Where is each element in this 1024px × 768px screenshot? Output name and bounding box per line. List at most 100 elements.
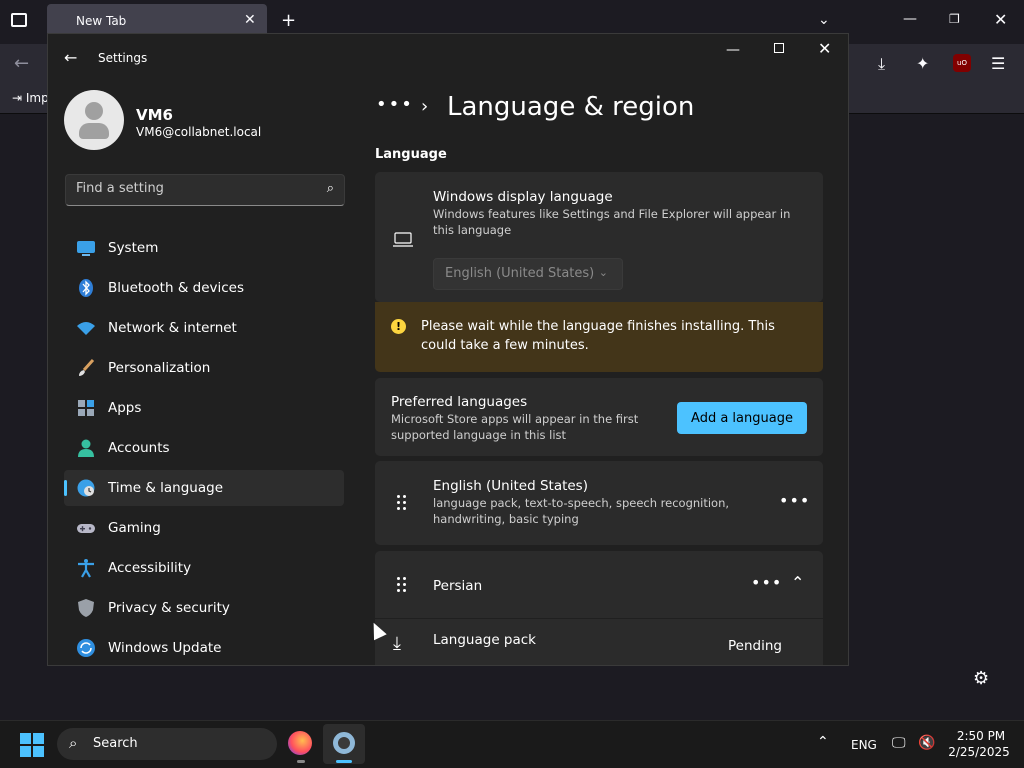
user-name: VM6: [136, 106, 173, 124]
user-email: VM6@collabnet.local: [136, 125, 262, 139]
settings-close-icon[interactable]: ✕: [818, 39, 831, 58]
avatar-head-icon: [85, 102, 103, 120]
sidebar-item-bluetooth[interactable]: Bluetooth & devices: [64, 270, 344, 306]
avatar[interactable]: [64, 90, 124, 150]
network-icon[interactable]: 🖵: [892, 735, 906, 751]
brush-icon: [79, 358, 95, 376]
firefox-extensions-icon[interactable]: ✦: [916, 54, 929, 73]
settings-search-box[interactable]: ⌕: [65, 174, 345, 206]
settings-back-icon[interactable]: ←: [64, 48, 77, 67]
sidebar-item-accounts[interactable]: Accounts: [64, 430, 344, 466]
language-pack-label: Language pack: [433, 632, 536, 648]
selection-indicator: [64, 480, 67, 496]
language-pack-status: Pending: [728, 638, 782, 654]
sidebar-item-network[interactable]: Network & internet: [64, 310, 344, 346]
sidebar-item-label: Gaming: [108, 520, 161, 536]
firefox-menu-icon[interactable]: ☰: [991, 54, 1005, 73]
more-options-icon[interactable]: •••: [779, 491, 810, 510]
shield-icon: [78, 599, 94, 617]
language-name: Persian: [433, 578, 483, 594]
sidebar-item-label: System: [108, 240, 159, 256]
install-warning-banner: ! Please wait while the language finishe…: [375, 302, 823, 372]
settings-gear-icon: [333, 732, 355, 754]
language-item-english[interactable]: English (United States) language pack, t…: [375, 461, 823, 545]
firefox-tab-title: New Tab: [76, 14, 127, 28]
firefox-download-icon[interactable]: ⤓: [878, 54, 885, 74]
more-options-icon[interactable]: •••: [751, 573, 782, 592]
preferred-languages-subtitle: Microsoft Store apps will appear in the …: [391, 412, 639, 442]
add-language-button[interactable]: Add a language: [677, 402, 807, 434]
start-button-windows-icon[interactable]: [20, 733, 44, 757]
active-indicator: [336, 760, 352, 763]
sidebar-item-label: Network & internet: [108, 320, 237, 336]
display-language-subtitle: Windows features like Settings and File …: [433, 207, 791, 237]
volume-muted-icon[interactable]: 🔇: [918, 735, 935, 751]
display-language-value: English (United States): [445, 266, 595, 281]
taskbar-search[interactable]: ⌕ Search: [57, 728, 277, 760]
chevron-down-icon: ⌄: [598, 266, 608, 279]
firefox-import-bookmarks[interactable]: ⇥ Imp: [12, 91, 49, 105]
display-language-dropdown[interactable]: English (United States) ⌄: [433, 258, 623, 290]
firefox-newtab-settings-gear-icon[interactable]: ⚙: [973, 668, 989, 689]
sidebar-item-system[interactable]: System: [64, 230, 344, 266]
gamepad-icon: [77, 524, 95, 533]
monitor-icon: [393, 232, 413, 247]
sidebar-item-windows-update[interactable]: Windows Update: [64, 630, 344, 665]
sidebar-item-apps[interactable]: Apps: [64, 390, 344, 426]
sidebar-item-accessibility[interactable]: Accessibility: [64, 550, 344, 586]
search-input[interactable]: [76, 181, 306, 196]
firefox-minimize-icon[interactable]: —: [903, 11, 917, 27]
preferred-languages-card: Preferred languages Microsoft Store apps…: [375, 378, 823, 456]
firefox-list-all-tabs-icon[interactable]: ⌄: [818, 12, 830, 28]
sidebar-item-label: Accounts: [108, 440, 170, 456]
settings-window-title: Settings: [98, 51, 148, 65]
breadcrumb-overflow-button[interactable]: •••: [376, 94, 414, 115]
tray-overflow-chevron-icon[interactable]: ⌃: [817, 734, 829, 750]
drag-handle-icon[interactable]: [397, 495, 409, 511]
section-heading-language: Language: [375, 147, 447, 162]
sidebar-item-time-language[interactable]: Time & language: [64, 470, 344, 506]
sidebar-item-label: Privacy & security: [108, 600, 230, 616]
sidebar-item-label: Windows Update: [108, 640, 222, 656]
sidebar-item-label: Personalization: [108, 360, 211, 376]
language-features: language pack, text-to-speech, speech re…: [433, 496, 730, 526]
warning-icon: !: [391, 319, 406, 334]
sidebar-item-label: Time & language: [108, 480, 224, 496]
warning-text: Please wait while the language finishes …: [421, 319, 775, 353]
firefox-view-icon[interactable]: [11, 13, 27, 27]
display-language-card: Windows display language Windows feature…: [375, 172, 823, 302]
taskbar-search-label: Search: [93, 736, 138, 751]
input-language-indicator[interactable]: ENG: [851, 738, 877, 752]
ublock-origin-icon[interactable]: uO: [953, 54, 971, 72]
preferred-languages-title: Preferred languages: [391, 394, 528, 410]
settings-minimize-icon[interactable]: —: [726, 42, 740, 58]
sidebar-item-gaming[interactable]: Gaming: [64, 510, 344, 546]
firefox-tab-close-icon[interactable]: ✕: [244, 12, 256, 28]
download-icon: ⤓: [393, 633, 401, 654]
sidebar-item-personalization[interactable]: Personalization: [64, 350, 344, 386]
firefox-taskbar-icon[interactable]: [288, 731, 312, 755]
system-icon: [77, 241, 95, 256]
clock-time[interactable]: 2:50 PM: [950, 729, 1012, 743]
firefox-back-icon[interactable]: ←: [14, 53, 29, 74]
firefox-restore-icon[interactable]: ❐: [949, 12, 960, 26]
chevron-up-icon[interactable]: ⌃: [791, 573, 805, 592]
language-item-persian[interactable]: Persian ••• ⌃: [375, 551, 823, 618]
sidebar-item-label: Apps: [108, 400, 142, 416]
sidebar-item-label: Accessibility: [108, 560, 192, 576]
firefox-new-tab-icon[interactable]: +: [281, 10, 296, 31]
running-indicator: [297, 760, 305, 763]
firefox-close-icon[interactable]: ✕: [994, 10, 1007, 29]
search-icon[interactable]: ⌕: [327, 181, 334, 196]
drag-handle-icon[interactable]: [397, 577, 409, 593]
clock-date[interactable]: 2/25/2025: [946, 745, 1012, 759]
accessibility-icon: [78, 559, 94, 578]
settings-window: ← Settings — ✕ VM6 VM6@collabnet.local ⌕…: [47, 33, 849, 666]
display-language-title: Windows display language: [433, 189, 613, 205]
page-title: Language & region: [447, 92, 695, 122]
sidebar-item-privacy[interactable]: Privacy & security: [64, 590, 344, 626]
language-pack-row: ⤓ Language pack Pending: [375, 619, 823, 665]
wifi-icon: [77, 322, 95, 335]
settings-maximize-icon[interactable]: [774, 43, 784, 53]
accounts-icon: [78, 439, 94, 457]
